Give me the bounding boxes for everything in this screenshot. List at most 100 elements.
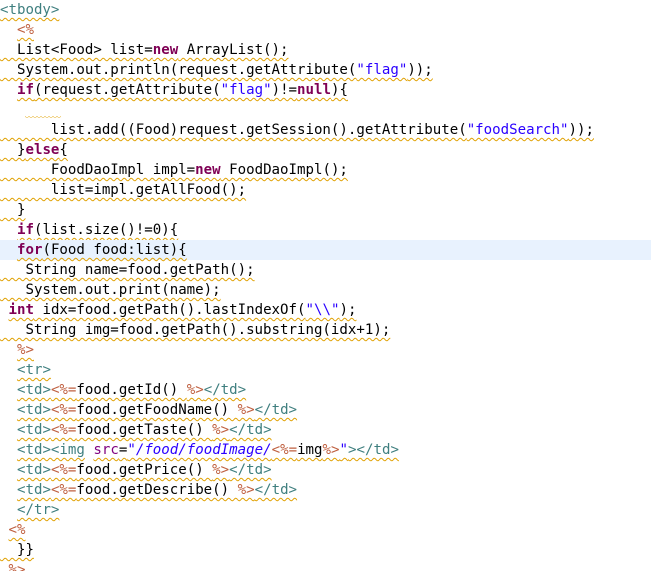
code-token-ival: " [339, 442, 349, 458]
code-line[interactable]: list.add((Food)request.getSession().getA… [0, 120, 651, 140]
code-token: )); [568, 122, 594, 138]
code-token-jsp: <%= [50, 382, 77, 398]
code-token-kw: int [8, 302, 34, 318]
code-line[interactable]: <% [0, 20, 651, 40]
code-token: food.getDescribe() [76, 482, 238, 498]
code-line[interactable]: <tbody> [0, 0, 651, 20]
code-line[interactable]: <td><%=food.getFoodName() %></td> [0, 400, 651, 420]
code-line[interactable]: System.out.println(request.getAttribute(… [0, 60, 651, 80]
code-token: )!= [271, 82, 298, 98]
code-token-tag: <tbody> [0, 2, 60, 18]
code-token-str: "foodSearch" [466, 122, 569, 138]
code-line[interactable]: if(list.size()!=0){ [0, 220, 651, 240]
code-line[interactable]: List<Food> list=new ArrayList(); [0, 40, 651, 60]
code-line[interactable]: }else{ [0, 140, 651, 160]
code-token: FoodDaoImpl(); [220, 162, 348, 178]
code-token: }} [0, 542, 34, 558]
code-line[interactable]: </tr> [0, 500, 651, 520]
code-token-tag: </td> [229, 422, 272, 438]
code-token-str: "flag" [220, 82, 272, 98]
code-token-jsp: %> [212, 462, 230, 478]
code-token: System.out.println(request.getAttribute( [0, 62, 357, 78]
code-token-jsp: %> [186, 382, 204, 398]
code-line[interactable]: System.out.print(name); [0, 280, 651, 300]
code-line[interactable]: FoodDaoImpl impl=new FoodDaoImpl(); [0, 160, 651, 180]
code-token-str: "flag" [356, 62, 408, 78]
code-token: FoodDaoImpl impl= [0, 162, 196, 178]
code-token: { [59, 142, 68, 158]
code-token-jsp: <%= [50, 402, 77, 418]
code-line[interactable]: }} [0, 540, 651, 560]
code-token-kw: null [297, 82, 331, 98]
code-token-jsp: <%= [50, 462, 77, 478]
code-line[interactable]: <% [0, 520, 651, 540]
code-line[interactable]: <td><%=food.getDescribe() %></td> [0, 480, 651, 500]
code-token-jsp: %> [212, 422, 230, 438]
code-line[interactable]: String name=food.getPath(); [0, 260, 651, 280]
code-line[interactable]: <td><%=food.getTaste() %></td> [0, 420, 651, 440]
code-line[interactable]: String img=food.getPath().substring(idx+… [0, 320, 651, 340]
code-line[interactable]: <td><%=food.getPrice() %></td> [0, 460, 651, 480]
code-line[interactable] [0, 100, 651, 120]
code-token: ){ [331, 82, 348, 98]
code-line[interactable]: if(request.getAttribute("flag")!=null){ [0, 80, 651, 100]
code-token-tag: </td> [254, 402, 298, 418]
code-token-ival: "/food/foodImage/ [127, 442, 272, 458]
code-token-tag: </td> [203, 382, 247, 398]
code-token: ); [339, 302, 357, 318]
code-token-kw: if [16, 82, 34, 98]
code-editor[interactable]: <tbody> <% List<Food> list=new ArrayList… [0, 0, 651, 571]
code-line[interactable]: <td><img src="/food/foodImage/<%=img%>">… [0, 440, 651, 460]
code-token-tag: <td><img [16, 442, 85, 458]
code-token: (request.getAttribute( [33, 82, 221, 98]
code-token-tag: </tr> [16, 502, 60, 518]
code-token-tag: <td> [16, 482, 51, 498]
code-token-kw: for [16, 242, 43, 258]
code-line[interactable]: %> [0, 340, 651, 360]
code-token-kw: new [152, 42, 179, 58]
code-token: String img=food.getPath().substring(idx+… [0, 322, 391, 338]
code-line[interactable]: list=impl.getAllFood(); [0, 180, 651, 200]
code-token: food.getTaste() [76, 422, 213, 438]
code-token-jsp: %> [237, 402, 255, 418]
code-token-kw: new [195, 162, 221, 178]
code-token: System.out.print(name); [0, 282, 221, 298]
code-token: list.add((Food)request.getSession().getA… [0, 122, 467, 138]
code-token: list=impl.getAllFood(); [0, 182, 247, 198]
code-token-tag: <td> [16, 422, 51, 438]
code-token: food.getPrice() [76, 462, 213, 478]
code-token: List<Food> list= [0, 42, 153, 58]
code-token: )); [407, 62, 433, 78]
code-token-jsp: %> [8, 562, 26, 571]
code-line[interactable]: %> [0, 560, 651, 571]
code-line[interactable]: for(Food food:list){ [0, 240, 651, 260]
code-line[interactable]: <tr> [0, 360, 651, 380]
code-token-kw: else [25, 142, 60, 158]
code-token-tag: <td> [16, 382, 51, 398]
code-token: idx=food.getPath().lastIndexOf( [33, 302, 306, 318]
code-line[interactable]: int idx=food.getPath().lastIndexOf("\\")… [0, 300, 651, 320]
code-token-attr: src [93, 442, 119, 458]
code-line[interactable]: } [0, 200, 651, 220]
code-line[interactable]: <td><%=food.getId() %></td> [0, 380, 651, 400]
code-token: ArrayList(); [178, 42, 289, 58]
code-token: food.getId() [76, 382, 187, 398]
code-token: String name=food.getPath(); [0, 262, 255, 278]
code-token: (list.size()!=0){ [33, 222, 179, 238]
code-token-jsp: %> [237, 482, 255, 498]
code-token-tag: ></td> [348, 442, 399, 458]
code-token: img [297, 442, 323, 458]
